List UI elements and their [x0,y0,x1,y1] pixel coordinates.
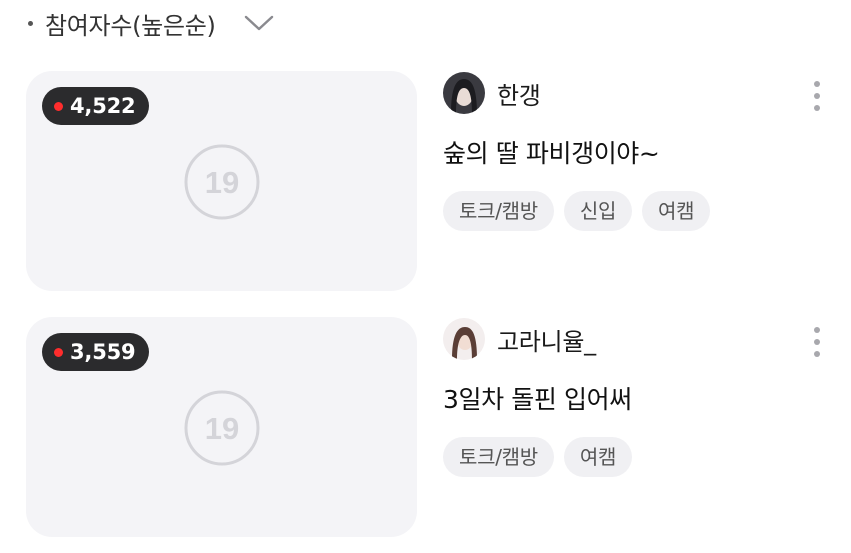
dot-icon [814,327,820,333]
stream-card[interactable]: 3,559 19 고라니율_ 3일차 돌핀 입어써 토크/캠방 여캠 [0,317,851,542]
sort-label: 참여자수(높은순) [45,11,216,40]
viewer-count: 4,522 [70,94,136,118]
svg-text:19: 19 [205,411,239,446]
dot-icon [814,93,820,99]
streamer-name[interactable]: 한갱 [497,76,541,111]
viewer-count-badge: 4,522 [42,87,150,125]
tag-female-cam[interactable]: 여캠 [642,191,711,231]
dot-icon [814,81,820,87]
avatar[interactable] [443,72,485,114]
dot-icon [814,105,820,111]
avatar[interactable] [443,318,485,360]
viewer-count: 3,559 [70,340,136,364]
dot-icon [814,339,820,345]
tag-female-cam[interactable]: 여캠 [563,437,633,477]
tag-newbie[interactable]: 신입 [563,191,633,231]
tag-talk-cam[interactable]: 토크/캠방 [443,437,554,477]
tag-talk-cam[interactable]: 토크/캠방 [443,191,554,231]
tag-list: 토크/캠방 신입 여캠 [443,191,843,231]
more-options-button[interactable] [805,81,829,111]
chevron-down-icon[interactable] [244,14,274,32]
stream-title[interactable]: 숲의 딸 파비갱이야~ [443,137,843,171]
svg-text:19: 19 [205,165,239,200]
age-restriction-icon: 19 [184,390,260,466]
age-restriction-icon: 19 [184,144,260,220]
stream-title[interactable]: 3일차 돌핀 입어써 [443,383,843,417]
streamer-row[interactable]: 한갱 [443,71,843,115]
dot-icon [814,351,820,357]
more-options-button[interactable] [805,327,829,357]
stream-thumbnail[interactable]: 3,559 19 [26,317,417,537]
stream-card[interactable]: 4,522 19 한갱 숲의 딸 파비갱이야~ 토크/캠방 신입 여캠 [0,71,851,296]
streamer-name[interactable]: 고라니율_ [497,322,596,357]
viewer-count-badge: 3,559 [42,333,150,371]
stream-list-page: 참여자수(높은순) 4,522 19 한갱 숲의 딸 파비갱이야~ 토크/캠방 … [0,0,851,553]
stream-thumbnail[interactable]: 4,522 19 [26,71,417,291]
stream-info: 한갱 숲의 딸 파비갱이야~ 토크/캠방 신입 여캠 [443,71,843,291]
sort-dropdown[interactable]: 참여자수(높은순) [28,0,274,46]
live-dot-icon [54,347,63,357]
tag-list: 토크/캠방 여캠 [443,437,843,477]
stream-info: 고라니율_ 3일차 돌핀 입어써 토크/캠방 여캠 [443,317,843,537]
bullet-icon [28,20,33,26]
live-dot-icon [54,101,63,111]
streamer-row[interactable]: 고라니율_ [443,317,843,361]
